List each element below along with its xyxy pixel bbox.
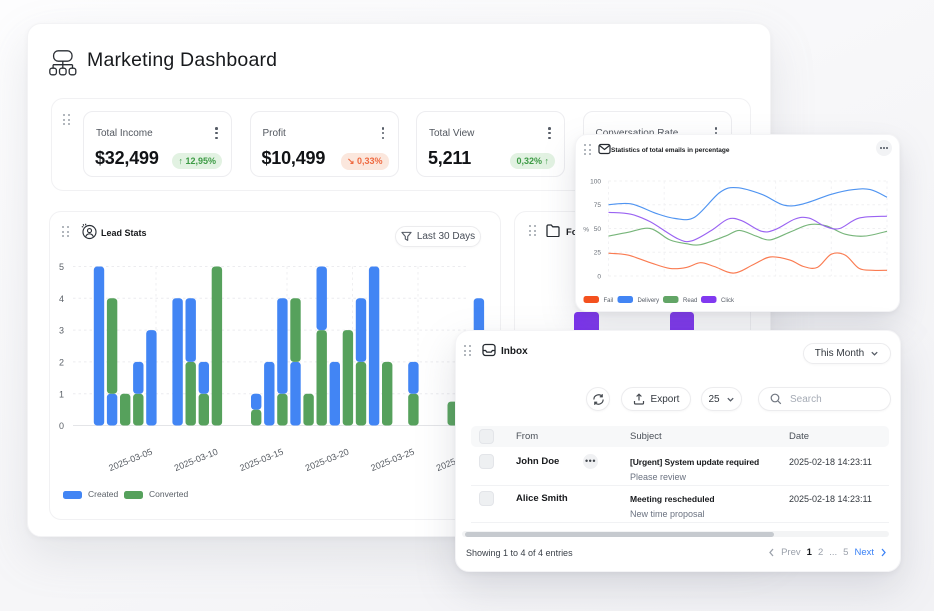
svg-text:100: 100 — [590, 178, 601, 185]
svg-text:75: 75 — [594, 202, 602, 209]
svg-text:50: 50 — [594, 226, 602, 233]
svg-text:4: 4 — [59, 294, 64, 304]
svg-text:2025-03-10: 2025-03-10 — [173, 447, 219, 474]
svg-text:%: % — [583, 226, 589, 233]
svg-text:5: 5 — [59, 262, 64, 272]
svg-text:1: 1 — [59, 389, 64, 399]
svg-text:2025-03-20: 2025-03-20 — [304, 447, 350, 474]
svg-text:25: 25 — [594, 250, 602, 257]
svg-text:2: 2 — [59, 358, 64, 368]
svg-text:Read: Read — [683, 298, 697, 304]
svg-text:Fail: Fail — [604, 298, 614, 304]
svg-text:0: 0 — [59, 421, 64, 431]
svg-text:2025-03-15: 2025-03-15 — [238, 447, 284, 474]
svg-text:Click: Click — [721, 298, 735, 304]
svg-text:2025-03-05: 2025-03-05 — [107, 447, 153, 474]
svg-text:3: 3 — [59, 326, 64, 336]
svg-text:0: 0 — [597, 273, 601, 280]
svg-text:2025-03-25: 2025-03-25 — [369, 447, 415, 474]
svg-text:Delivery: Delivery — [638, 298, 660, 304]
